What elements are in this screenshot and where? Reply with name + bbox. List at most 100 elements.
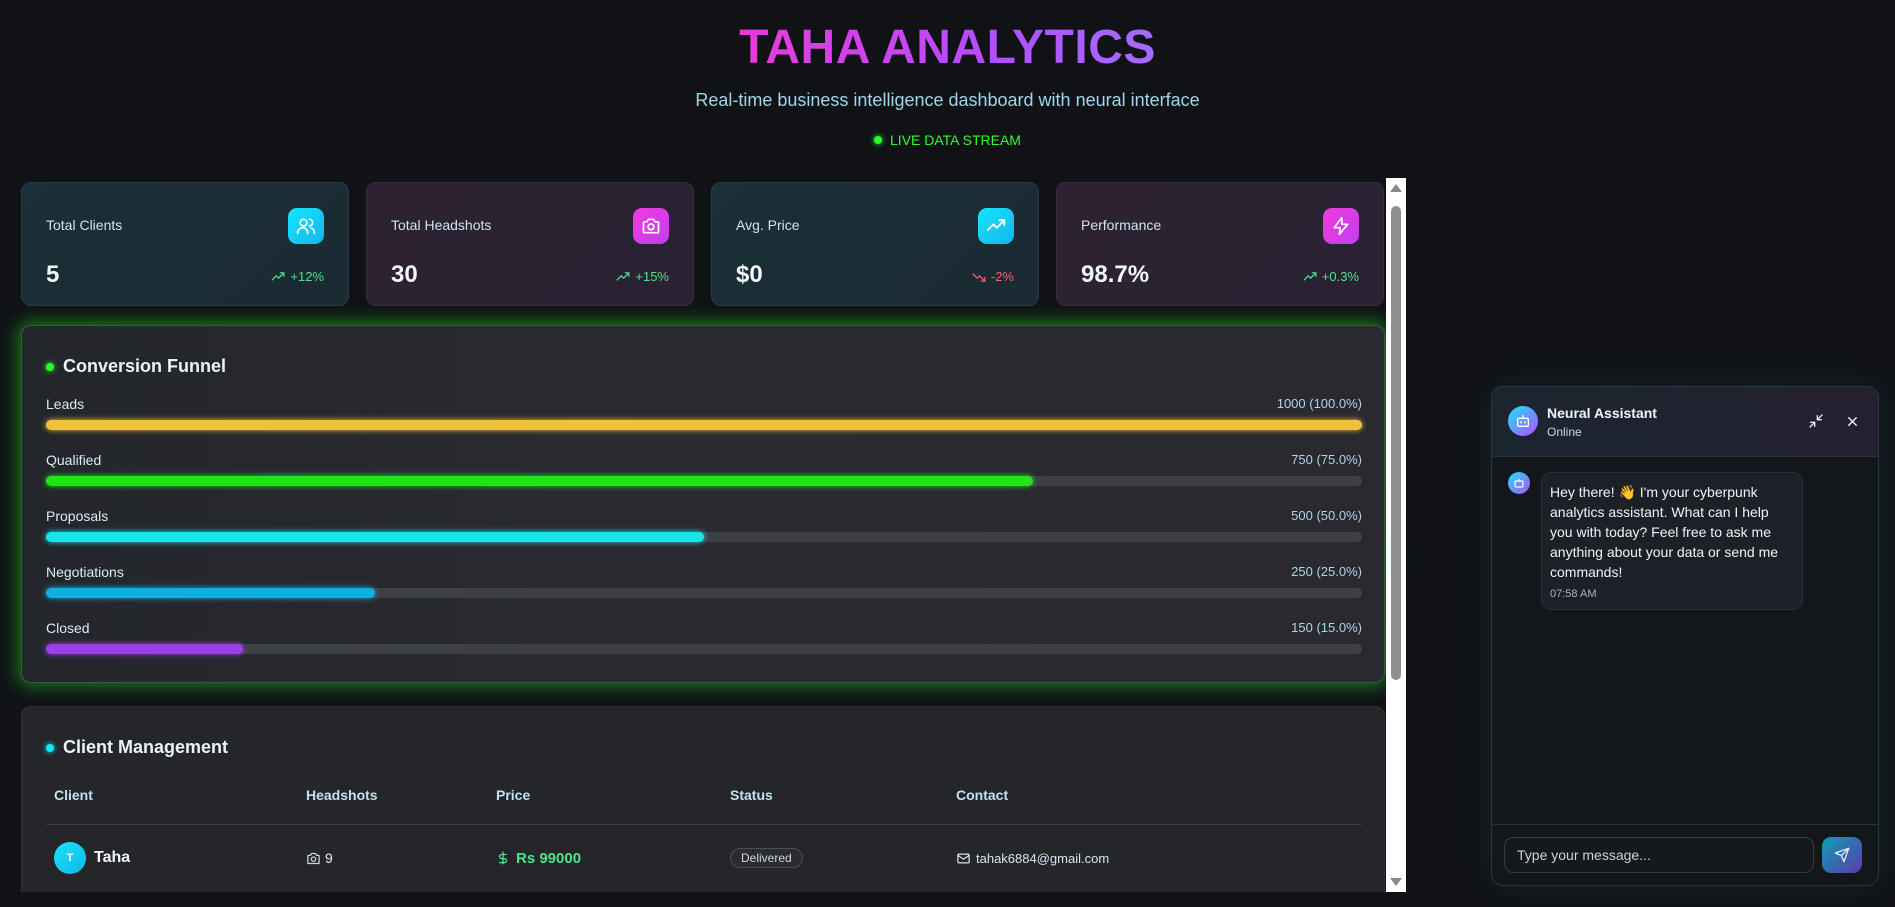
minimize-icon <box>1809 414 1823 428</box>
stat-label: Avg. Price <box>736 217 800 233</box>
section-title: Client Management <box>46 737 1360 758</box>
stat-label: Total Headshots <box>391 217 492 233</box>
status-badge: Delivered <box>730 848 803 868</box>
stat-value: 30 <box>391 261 418 288</box>
scroll-up-arrow-icon[interactable] <box>1390 184 1402 192</box>
minimize-button[interactable] <box>1805 410 1827 432</box>
zap-icon <box>1323 208 1359 244</box>
funnel-bar-fill <box>46 420 1362 430</box>
close-button[interactable] <box>1841 410 1863 432</box>
funnel-stage-value: 500 (50.0%) <box>1291 508 1362 523</box>
client-management-card: Client Management Client Headshots Price… <box>21 706 1385 892</box>
camera-icon <box>633 208 669 244</box>
bot-icon <box>1508 406 1538 436</box>
funnel-bar-fill <box>46 588 375 598</box>
clients-table: Client Headshots Price Status Contact T … <box>46 787 1362 891</box>
chat-message-input[interactable] <box>1504 837 1814 873</box>
close-icon <box>1847 416 1857 426</box>
funnel-track <box>46 532 1362 542</box>
stat-card-total-headshots: Total Headshots 30 +15% <box>366 182 694 306</box>
section-title: Conversion Funnel <box>46 356 1360 377</box>
funnel-stage-label: Closed <box>46 620 90 636</box>
conversion-funnel-card: Conversion Funnel Leads 1000 (100.0%) Qu… <box>21 325 1385 683</box>
client-cell: T Taha <box>54 825 130 891</box>
column-header-contact[interactable]: Contact <box>956 787 1008 803</box>
chat-widget: Neural Assistant Online Hey there! 👋 I'm… <box>1491 386 1879 886</box>
dashboard-subtitle: Real-time business intelligence dashboar… <box>695 90 1200 110</box>
funnel-stage-value: 750 (75.0%) <box>1291 452 1362 467</box>
vertical-scrollbar[interactable] <box>1386 178 1406 892</box>
live-label: LIVE DATA STREAM <box>890 132 1021 148</box>
funnel-track <box>46 420 1362 430</box>
column-header-headshots[interactable]: Headshots <box>306 787 378 803</box>
stat-card-avg-price: Avg. Price $0 -2% <box>711 182 1039 306</box>
trend-up-icon <box>1303 271 1317 281</box>
column-header-price[interactable]: Price <box>496 787 530 803</box>
live-indicator: LIVE DATA STREAM <box>0 132 1895 148</box>
stat-value: 98.7% <box>1081 261 1150 288</box>
trend-up-icon <box>616 271 630 281</box>
stat-change: +12% <box>271 269 324 284</box>
table-header: Client Headshots Price Status Contact <box>46 787 1362 825</box>
mail-icon <box>957 853 970 863</box>
funnel-stage-label: Leads <box>46 396 85 412</box>
send-icon <box>1834 847 1850 863</box>
funnel-stage-label: Qualified <box>46 452 102 468</box>
contact-cell[interactable]: tahak6884@gmail.com <box>956 825 1109 891</box>
headshots-cell: 9 <box>306 825 333 891</box>
live-dot-icon <box>874 136 883 144</box>
message-time: 07:58 AM <box>1550 588 1597 600</box>
brand-title: TAHA ANALYTICS <box>739 21 1156 74</box>
message-text: Hey there! 👋 I'm your cyberpunk analytic… <box>1550 484 1779 580</box>
funnel-stage-value: 1000 (100.0%) <box>1276 396 1362 411</box>
status-cell: Delivered <box>730 825 803 891</box>
funnel-track <box>46 476 1362 486</box>
funnel-stage: Leads 1000 (100.0%) <box>46 396 1362 452</box>
trend-down-icon <box>972 272 986 282</box>
status-dot-icon <box>46 743 54 752</box>
camera-icon <box>307 852 320 864</box>
funnel-bar-fill <box>46 644 244 654</box>
funnel-stage: Qualified 750 (75.0%) <box>46 452 1362 508</box>
avatar: T <box>54 842 86 874</box>
chat-status: Online <box>1547 425 1582 439</box>
scrollbar-thumb[interactable] <box>1391 206 1401 680</box>
funnel-stage-value: 150 (15.0%) <box>1291 620 1362 635</box>
scroll-down-arrow-icon[interactable] <box>1390 878 1402 886</box>
chat-message: Hey there! 👋 I'm your cyberpunk analytic… <box>1541 472 1803 610</box>
price-cell: Rs 99000 <box>496 825 581 891</box>
send-button[interactable] <box>1822 837 1862 873</box>
dollar-icon <box>498 851 508 865</box>
funnel-stage: Closed 150 (15.0%) <box>46 620 1362 676</box>
funnel-stage-label: Negotiations <box>46 564 124 580</box>
stat-value: $0 <box>736 261 763 288</box>
table-row[interactable]: T Taha 9 Rs 99000 Delivered tahak6884@gm… <box>46 825 1362 891</box>
stat-label: Performance <box>1081 217 1162 233</box>
chat-header: Neural Assistant Online <box>1492 387 1878 457</box>
stat-change: -2% <box>972 269 1014 284</box>
stat-card-total-clients: Total Clients 5 +12% <box>21 182 349 306</box>
stats-row: Total Clients 5 +12% Total Headshots 30 … <box>21 182 1385 306</box>
funnel-bar-fill <box>46 532 704 542</box>
trend-up-icon <box>271 271 285 281</box>
chat-title: Neural Assistant <box>1547 405 1657 421</box>
status-dot-icon <box>46 362 54 371</box>
stat-change: +0.3% <box>1303 269 1359 284</box>
stat-card-performance: Performance 98.7% +0.3% <box>1056 182 1384 306</box>
funnel-stage-label: Proposals <box>46 508 109 524</box>
main-scroll-panel[interactable]: Total Clients 5 +12% Total Headshots 30 … <box>0 178 1406 892</box>
column-header-client[interactable]: Client <box>54 787 93 803</box>
funnel-bar-fill <box>46 476 1033 486</box>
funnel-track <box>46 644 1362 654</box>
stat-change: +15% <box>616 269 669 284</box>
client-name: Taha <box>94 849 131 866</box>
chat-footer <box>1492 824 1878 885</box>
funnel-stage: Proposals 500 (50.0%) <box>46 508 1362 564</box>
users-icon <box>288 208 324 244</box>
funnel-stage: Negotiations 250 (25.0%) <box>46 564 1362 620</box>
bot-icon <box>1508 472 1530 494</box>
contact-email[interactable]: tahak6884@gmail.com <box>976 851 1109 866</box>
column-header-status[interactable]: Status <box>730 787 773 803</box>
funnel-track <box>46 588 1362 598</box>
funnel-stages: Leads 1000 (100.0%) Qualified 750 (75.0%… <box>46 396 1362 676</box>
